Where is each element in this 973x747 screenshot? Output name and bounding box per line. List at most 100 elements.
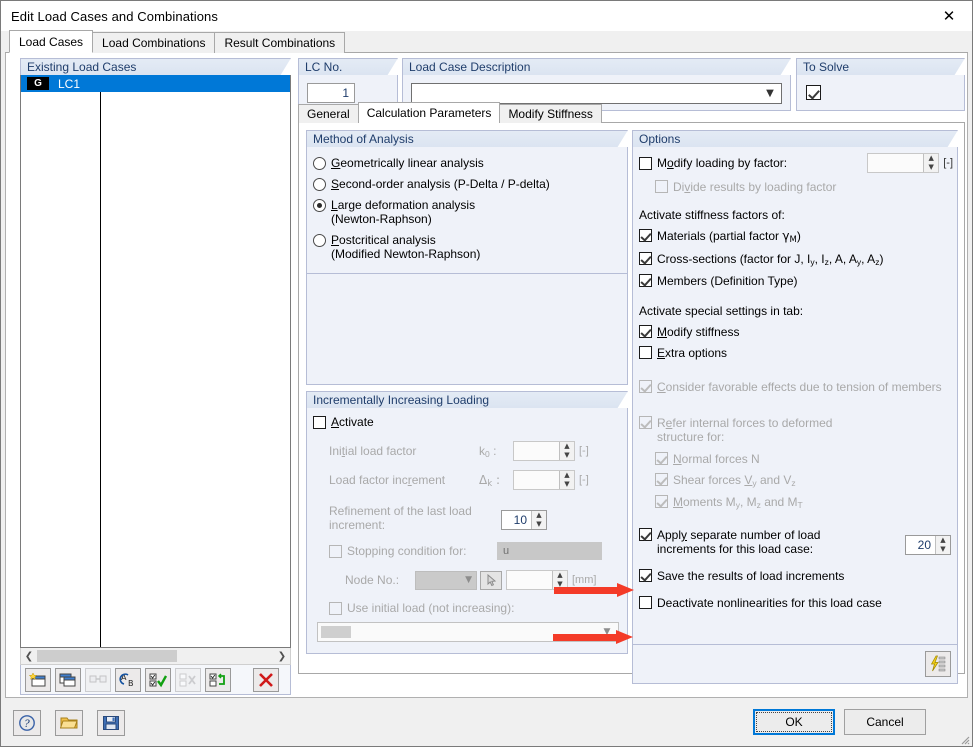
save-load-increments-row[interactable]: Save the results of load increments <box>639 569 957 583</box>
lc-no-title: LC No. <box>298 58 398 75</box>
list-horizontal-scrollbar[interactable]: ❮ ❯ <box>20 648 291 665</box>
cross-sections-row[interactable]: Cross-sections (factor for J, Iy, Iz, A,… <box>639 252 957 267</box>
deactivate-nonlinearities-checkbox[interactable] <box>639 596 652 609</box>
help-icon[interactable]: ? <box>13 710 41 736</box>
apply-separate-increments-row[interactable]: Apply separate number of loadincrements … <box>639 528 957 556</box>
incrementally-increasing-loading-group: Incrementally Increasing Loading Activat… <box>306 391 628 654</box>
delete-icon[interactable] <box>253 668 279 692</box>
shear-forces-checkbox[interactable] <box>655 473 668 486</box>
shear-forces-row[interactable]: Shear forces Vy and Vz <box>655 473 957 488</box>
favorable-effects-row[interactable]: Consider favorable effects due to tensio… <box>639 380 957 394</box>
spinner-buttons[interactable]: ▲▼ <box>559 442 574 460</box>
scroll-right-icon[interactable]: ❯ <box>274 651 290 662</box>
members-row[interactable]: Members (Definition Type) <box>639 274 957 288</box>
tab-load-combinations[interactable]: Load Combinations <box>92 32 215 53</box>
deactivate-nonlinearities-row[interactable]: Deactivate nonlinearities for this load … <box>639 596 957 610</box>
calculation-parameters-icon[interactable] <box>925 651 951 677</box>
normal-forces-checkbox[interactable] <box>655 452 668 465</box>
radio-icon[interactable] <box>313 234 326 247</box>
tab-calculation-parameters[interactable]: Calculation Parameters <box>358 102 501 123</box>
normal-forces-row[interactable]: Normal forces N <box>655 452 957 466</box>
tab-result-combinations[interactable]: Result Combinations <box>214 32 345 53</box>
apply-separate-increments-checkbox[interactable] <box>639 528 652 541</box>
radio-large-deformation[interactable]: Large deformation analysis(Newton-Raphso… <box>313 198 627 226</box>
ok-button[interactable]: OK <box>753 709 835 735</box>
initial-load-factor-input[interactable]: ▲▼ <box>513 441 575 461</box>
activate-checkbox[interactable] <box>313 416 326 429</box>
chevron-down-icon[interactable]: ▼ <box>465 575 472 585</box>
divide-results-checkbox[interactable] <box>655 180 668 193</box>
use-initial-load-checkbox[interactable] <box>329 602 342 615</box>
extra-options-row[interactable]: Extra options <box>639 346 957 360</box>
radio-second-order[interactable]: Second-order analysis (P-Delta / P-delta… <box>313 177 627 191</box>
lc-no-input[interactable]: 1 <box>307 83 355 103</box>
load-factor-increment-unit: [-] <box>579 474 589 486</box>
save-load-increments-checkbox[interactable] <box>639 569 652 582</box>
stopping-condition-value[interactable]: u <box>497 542 602 560</box>
moments-checkbox[interactable] <box>655 495 668 508</box>
options-title: Options <box>632 130 958 147</box>
invert-selection-icon[interactable] <box>205 668 231 692</box>
materials-row[interactable]: Materials (partial factor γM) <box>639 229 957 245</box>
load-cases-list[interactable]: G LC1 <box>20 75 291 648</box>
spinner-buttons[interactable]: ▲▼ <box>559 471 574 489</box>
close-icon[interactable]: ✕ <box>926 1 972 31</box>
refinement-input[interactable]: 10 ▲▼ <box>501 510 547 530</box>
pick-node-icon[interactable] <box>480 571 502 590</box>
modify-loading-factor-input[interactable]: ▲▼ <box>867 153 939 173</box>
materials-checkbox[interactable] <box>639 229 652 242</box>
radio-geometrically-linear[interactable]: GGeometrically linear analysiseometrical… <box>313 156 627 170</box>
spinner-buttons[interactable]: ▲▼ <box>531 511 546 529</box>
radio-icon[interactable] <box>313 178 326 191</box>
resize-grip[interactable] <box>958 733 970 745</box>
modify-stiffness-row[interactable]: Modify stiffness <box>639 325 957 339</box>
tab-general[interactable]: General <box>298 104 359 123</box>
node-no-combo[interactable]: ▼ <box>415 571 477 590</box>
load-increments-input[interactable]: 20 ▲▼ <box>905 535 951 555</box>
svg-text:?: ? <box>24 719 30 730</box>
refer-internal-forces-checkbox[interactable] <box>639 416 652 429</box>
analysis-detail-placeholder <box>306 273 628 385</box>
to-solve-checkbox[interactable] <box>806 85 821 100</box>
new-load-case-icon[interactable] <box>25 668 51 692</box>
cancel-button[interactable]: Cancel <box>844 709 926 735</box>
chevron-down-icon[interactable]: ▼ <box>759 88 781 99</box>
stopping-condition-checkbox[interactable] <box>329 545 342 558</box>
inner-tab-bar: General Calculation Parameters Modify St… <box>298 102 601 123</box>
window-title: Edit Load Cases and Combinations <box>1 9 218 24</box>
load-factor-increment-input[interactable]: ▲▼ <box>513 470 575 490</box>
spinner-buttons[interactable]: ▲▼ <box>923 154 938 172</box>
select-all-icon[interactable] <box>145 668 171 692</box>
load-case-name: LC1 <box>58 77 80 91</box>
tab-load-cases[interactable]: Load Cases <box>9 30 93 53</box>
modify-stiffness-checkbox[interactable] <box>639 325 652 338</box>
spinner-buttons[interactable]: ▲▼ <box>935 536 950 554</box>
stopping-condition-row[interactable]: Stopping condition for: u <box>313 542 627 560</box>
radio-icon[interactable] <box>313 157 326 170</box>
activate-row[interactable]: Activate <box>313 415 627 429</box>
refer-internal-forces-row[interactable]: Refer internal forces to deformedstructu… <box>639 416 957 444</box>
moments-row[interactable]: Moments My, Mz and MT <box>655 495 957 510</box>
deselect-all-icon <box>175 668 201 692</box>
method-of-analysis-group: Method of Analysis GGeometrically linear… <box>306 130 628 280</box>
cross-sections-checkbox[interactable] <box>639 252 652 265</box>
use-initial-load-row[interactable]: Use initial load (not increasing): <box>313 601 627 615</box>
members-checkbox[interactable] <box>639 274 652 287</box>
modify-loading-by-factor-row[interactable]: Modify loading by factor: ▲▼ [-] <box>639 153 957 173</box>
open-folder-icon[interactable] <box>55 710 83 736</box>
tab-modify-stiffness[interactable]: Modify Stiffness <box>499 104 601 123</box>
favorable-effects-checkbox[interactable] <box>639 380 652 393</box>
load-case-description-combo[interactable]: ▼ <box>411 83 782 104</box>
scrollbar-thumb[interactable] <box>37 650 177 662</box>
copy-load-case-icon[interactable] <box>55 668 81 692</box>
extra-options-checkbox[interactable] <box>639 346 652 359</box>
scroll-left-icon[interactable]: ❮ <box>21 651 37 662</box>
save-icon[interactable] <box>97 710 125 736</box>
divide-results-row[interactable]: Divide results by loading factor <box>655 180 957 194</box>
modify-loading-checkbox[interactable] <box>639 157 652 170</box>
radio-postcritical[interactable]: Postcritical analysis(Modified Newton-Ra… <box>313 233 627 261</box>
radio-icon-selected[interactable] <box>313 199 326 212</box>
rename-icon[interactable]: A B <box>115 668 141 692</box>
list-item[interactable]: G LC1 <box>21 75 290 92</box>
existing-load-cases-title: Existing Load Cases <box>20 58 291 75</box>
